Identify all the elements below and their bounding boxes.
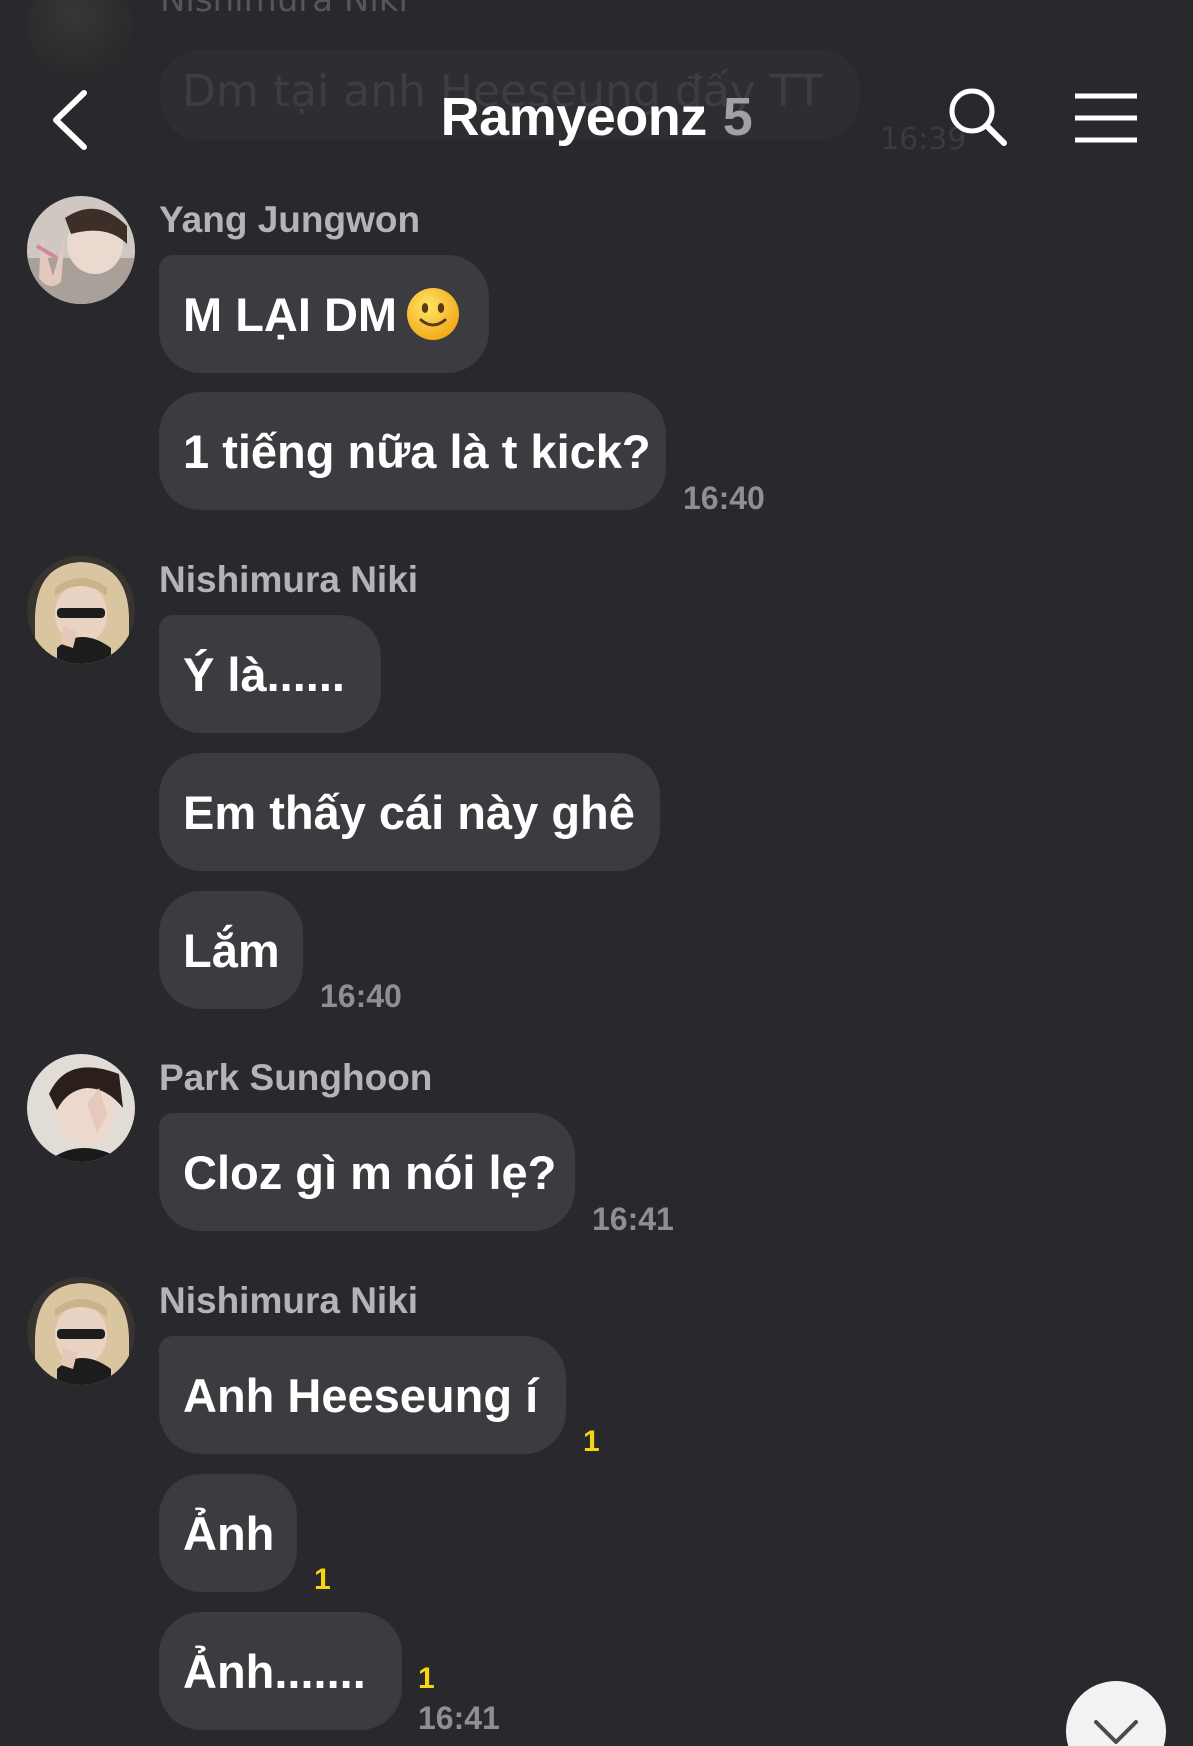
message-bubble[interactable]: Anh Heeseung í — [159, 1336, 566, 1454]
unread-count-badge: 1 — [314, 1563, 331, 1596]
chat-room-name: Ramyeonz — [440, 87, 708, 147]
ghost-sender-name: Nishimura Niki — [160, 0, 408, 20]
message-text: M LẠI DM — [183, 287, 398, 341]
message-text: Ảnh — [183, 1506, 275, 1560]
chat-title: Ramyeonz 5 — [0, 86, 1193, 148]
search-button[interactable] — [945, 84, 1011, 150]
sender-name: Yang Jungwon — [159, 199, 421, 240]
message-text: 1 tiếng nữa là t kick? — [183, 424, 651, 478]
message-timestamp: 16:41 — [418, 1700, 500, 1736]
message-bubble[interactable]: Cloz gì m nói lẹ? — [159, 1113, 575, 1231]
member-count: 5 — [722, 87, 753, 147]
message-bubble[interactable]: Em thấy cái này ghê — [159, 753, 660, 871]
chat-screen: Nishimura Niki Dm tại anh Heeseung đấy T… — [0, 0, 1193, 1746]
avatar[interactable] — [27, 196, 135, 304]
message-text: Ảnh....... — [183, 1644, 366, 1698]
menu-button[interactable] — [1072, 88, 1140, 148]
search-icon — [949, 88, 1007, 146]
hamburger-menu-icon — [1075, 93, 1137, 143]
avatar[interactable] — [27, 556, 135, 664]
message-text: Ý là...... — [183, 647, 345, 701]
message-bubble[interactable]: Ảnh — [159, 1474, 297, 1592]
unread-count-badge: 1 — [583, 1425, 600, 1458]
message-bubble[interactable]: Lắm — [159, 891, 303, 1009]
message-text: Anh Heeseung í — [183, 1368, 539, 1422]
chevron-down-icon — [1094, 1720, 1138, 1744]
message-text: Lắm — [183, 923, 280, 977]
slightly-smiling-face-emoji — [407, 288, 460, 340]
message-timestamp: 16:40 — [683, 480, 765, 516]
chat-header: Ramyeonz 5 — [0, 60, 1193, 180]
avatar[interactable] — [27, 1054, 135, 1162]
sender-name: Park Sunghoon — [159, 1057, 433, 1098]
message-timestamp: 16:41 — [592, 1201, 674, 1237]
sender-name: Nishimura Niki — [159, 559, 419, 600]
message-bubble[interactable]: Ý là...... — [159, 615, 381, 733]
message-bubble[interactable]: 1 tiếng nữa là t kick? — [159, 392, 666, 510]
unread-count-badge: 1 — [418, 1662, 435, 1695]
message-bubble[interactable]: M LẠI DM — [159, 255, 489, 373]
message-bubble[interactable]: Ảnh....... — [159, 1612, 402, 1730]
avatar[interactable] — [27, 1277, 135, 1385]
scroll-to-bottom-button[interactable] — [1066, 1681, 1166, 1746]
message-text: Cloz gì m nói lẹ? — [183, 1145, 557, 1199]
message-text: Em thấy cái này ghê — [183, 785, 635, 839]
sender-name: Nishimura Niki — [159, 1280, 419, 1321]
message-timestamp: 16:40 — [320, 978, 402, 1014]
